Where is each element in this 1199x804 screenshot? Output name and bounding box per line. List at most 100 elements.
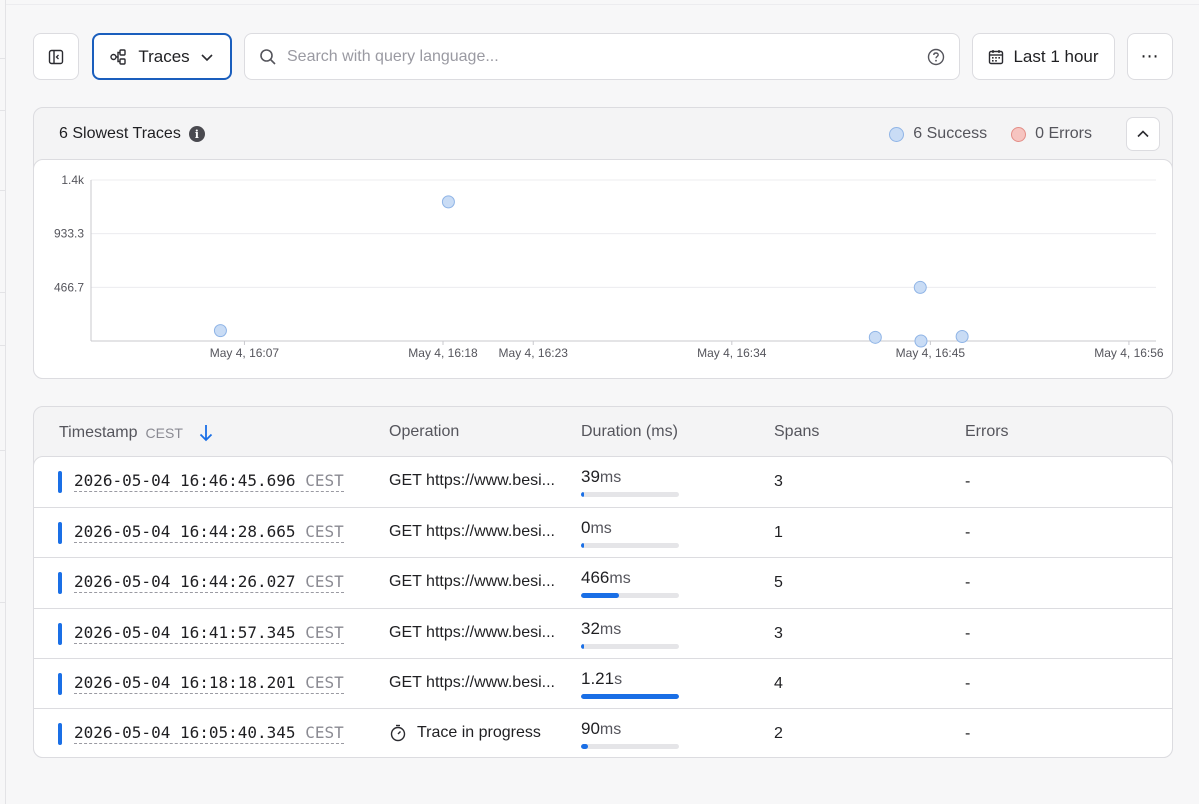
- top-divider: [6, 4, 1199, 5]
- help-icon[interactable]: [927, 48, 945, 66]
- row-spans: 4: [774, 674, 783, 692]
- sidebar-toggle-button[interactable]: [33, 33, 79, 80]
- x-tick-label: May 4, 16:23: [499, 346, 569, 360]
- row-duration-value: 39: [581, 467, 600, 486]
- row-errors: -: [965, 574, 971, 592]
- x-tick-label: May 4, 16:56: [1094, 346, 1164, 360]
- row-operation: GET https://www.besi...: [389, 523, 555, 541]
- duration-bar-track: [581, 693, 679, 699]
- row-timestamp[interactable]: 2026-05-04 16:44:28.665 CEST: [74, 522, 344, 544]
- row-timezone: CEST: [305, 522, 344, 542]
- legend-success-label: 6 Success: [913, 125, 988, 142]
- legend-errors-label: 0 Errors: [1035, 125, 1092, 142]
- col-spans-label: Spans: [774, 423, 820, 440]
- legend-success[interactable]: 6 Success: [889, 125, 987, 143]
- duration-bar-fill: [581, 593, 619, 599]
- row-duration-unit: ms: [599, 469, 622, 486]
- col-duration-label: Duration (ms): [581, 423, 678, 440]
- info-icon[interactable]: i: [188, 126, 205, 142]
- chart-legend: 6 Success 0 Errors: [889, 125, 1092, 143]
- search-input[interactable]: [287, 47, 917, 66]
- row-status-indicator: [58, 522, 62, 545]
- row-operation: GET https://www.besi...: [389, 573, 555, 591]
- row-duration-unit: s: [614, 670, 623, 688]
- col-duration[interactable]: Duration (ms): [581, 423, 678, 441]
- table-body: 2026-05-04 16:46:45.696 CEST GET https:/…: [33, 456, 1173, 758]
- x-tick-label: May 4, 16:07: [210, 346, 280, 360]
- data-point: [213, 324, 227, 338]
- legend-errors[interactable]: 0 Errors: [1011, 125, 1092, 143]
- row-spans: 3: [774, 473, 783, 490]
- row-timestamp-value: 2026-05-04 16:18:18.201: [74, 672, 296, 692]
- row-operation: Trace in progress: [389, 724, 541, 742]
- success-dot-icon: [889, 126, 905, 142]
- collapse-chart-button[interactable]: [1126, 117, 1160, 151]
- time-range-label: Last 1 hour: [1013, 46, 1099, 66]
- row-timestamp[interactable]: 2026-05-04 16:18:18.201 CEST: [74, 673, 344, 694]
- row-errors: -: [965, 624, 971, 642]
- stopwatch-icon: [390, 724, 406, 742]
- table-row[interactable]: 2026-05-04 16:41:57.345 CEST GET https:/…: [34, 607, 1172, 658]
- table-row[interactable]: 2026-05-04 16:44:28.665 CEST GET https:/…: [34, 507, 1172, 557]
- row-duration: 1.21s: [581, 669, 681, 699]
- col-operation-label: Operation: [389, 423, 460, 440]
- col-timestamp-unit: CEST: [145, 425, 183, 441]
- table-row[interactable]: 2026-05-04 16:44:26.027 CEST GET https:/…: [34, 557, 1172, 607]
- row-duration-unit: ms: [609, 570, 631, 588]
- row-timestamp-value: 2026-05-04 16:05:40.345: [74, 723, 296, 742]
- row-timestamp-value: 2026-05-04 16:44:28.665: [74, 522, 296, 542]
- time-range-button[interactable]: Last 1 hour: [972, 33, 1115, 80]
- x-tick-label: May 4, 16:45: [896, 346, 966, 360]
- row-duration: 32ms: [581, 619, 681, 649]
- chevron-down-icon: [201, 53, 213, 61]
- row-duration: 39ms: [581, 467, 681, 497]
- table-row[interactable]: 2026-05-04 16:05:40.345 CEST Trace in pr…: [34, 708, 1172, 757]
- sort-desc-icon[interactable]: [197, 423, 215, 443]
- table-row[interactable]: 2026-05-04 16:46:45.696 CEST GET https:/…: [34, 457, 1172, 507]
- slowest-traces-panel: 6 Slowest Traces i 6 Success 0 Errors 1.…: [33, 107, 1173, 379]
- row-duration-value: 1.21: [581, 668, 615, 688]
- row-duration: 90ms: [581, 719, 681, 749]
- chart-area: 1.4k 933.3 466.7 May 4, 16:07 May 4, 16:18 Ma…: [33, 159, 1173, 379]
- col-timestamp-label: Timestamp: [59, 424, 138, 441]
- table-row[interactable]: 2026-05-04 16:18:18.201 CEST GET https:/…: [34, 657, 1172, 708]
- duration-bar-track: [581, 593, 679, 599]
- chart-title-text: 6 Slowest Traces: [59, 125, 181, 142]
- row-operation-text: Trace in progress: [417, 724, 541, 741]
- row-timestamp[interactable]: 2026-05-04 16:44:26.027 CEST: [74, 572, 344, 594]
- x-tick-label: May 4, 16:34: [697, 346, 767, 360]
- col-spans[interactable]: Spans: [774, 423, 819, 441]
- duration-bar-fill: [581, 744, 589, 749]
- row-duration-unit: ms: [599, 721, 622, 738]
- x-tick-label: May 4, 16:18: [408, 346, 478, 360]
- row-status-indicator: [58, 572, 62, 595]
- chart-title: 6 Slowest Traces i: [59, 125, 205, 143]
- y-tick-label: 466.7: [54, 280, 84, 294]
- more-options-button[interactable]: ⋯: [1127, 33, 1173, 80]
- row-operation: GET https://www.besi...: [389, 472, 555, 490]
- col-operation[interactable]: Operation: [389, 423, 459, 441]
- row-timestamp[interactable]: 2026-05-04 16:46:45.696 CEST: [74, 471, 344, 492]
- row-timezone: CEST: [305, 723, 344, 742]
- row-spans: 3: [774, 624, 783, 642]
- row-errors: -: [965, 725, 971, 742]
- row-timestamp[interactable]: 2026-05-04 16:41:57.345 CEST: [74, 623, 344, 644]
- duration-bar-fill: [581, 693, 679, 699]
- row-duration-unit: ms: [590, 520, 612, 538]
- toolbar: Traces Last 1 hour ⋯: [33, 33, 1173, 80]
- data-point: [441, 195, 455, 209]
- view-selector-dropdown[interactable]: Traces: [92, 33, 232, 80]
- duration-bar-track: [581, 744, 679, 749]
- duration-bar-fill: [581, 492, 585, 497]
- chart-header: 6 Slowest Traces i 6 Success 0 Errors: [34, 108, 1172, 160]
- chevron-up-icon: [1137, 130, 1149, 138]
- row-timestamp-value: 2026-05-04 16:46:45.696: [74, 471, 296, 490]
- duration-bar-fill: [581, 543, 584, 549]
- duration-bar-track: [581, 643, 679, 649]
- y-tick-label: 933.3: [54, 227, 84, 241]
- duration-bar-track: [581, 543, 679, 549]
- col-timestamp[interactable]: Timestamp CEST: [59, 423, 215, 443]
- col-errors[interactable]: Errors: [965, 423, 1009, 441]
- row-timestamp[interactable]: 2026-05-04 16:05:40.345 CEST: [74, 723, 344, 744]
- error-dot-icon: [1011, 126, 1027, 142]
